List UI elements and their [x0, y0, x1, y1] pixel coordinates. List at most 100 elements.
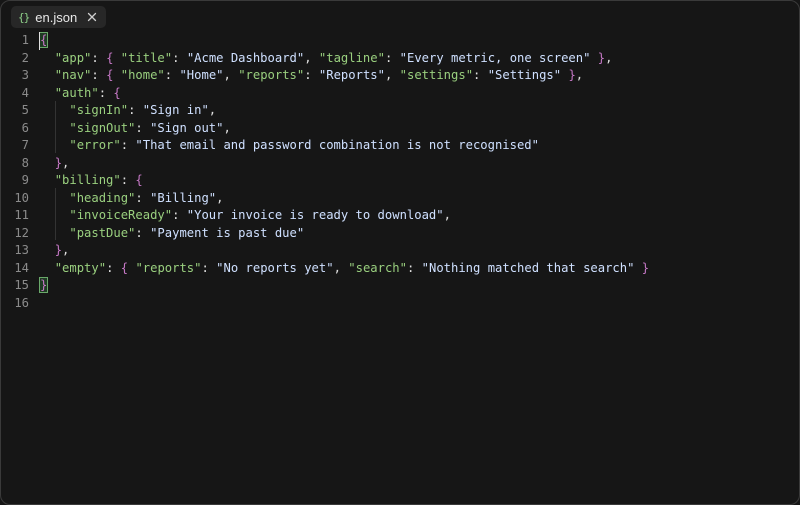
json-punct: [40, 191, 69, 205]
code-text: "signIn": "Sign in",: [40, 102, 216, 120]
json-punct: [634, 261, 641, 275]
json-punct: :: [172, 50, 187, 65]
json-key: "signIn": [69, 103, 129, 117]
code-text: "heading": "Billing",: [40, 190, 223, 208]
code-text: },: [40, 155, 70, 173]
json-key: "reports": [135, 260, 202, 275]
json-string: "Home": [179, 68, 224, 82]
code-text: "signOut": "Sign out",: [40, 120, 231, 138]
json-punct: :: [304, 68, 319, 82]
json-braces-icon: {}: [18, 10, 30, 24]
json-punct: ,: [208, 103, 217, 117]
line-number: 6: [21, 120, 29, 135]
code-line[interactable]: 2 "app": { "title": "Acme Dashboard", "t…: [1, 50, 791, 68]
json-punct: :: [406, 260, 422, 275]
line-number: 1: [21, 33, 29, 47]
code-line[interactable]: 3 "nav": { "home": "Home", "reports": "R…: [1, 67, 791, 85]
json-string: "Nothing matched that search": [421, 260, 635, 275]
json-key: "reports": [238, 68, 305, 82]
json-punct: :: [106, 260, 121, 275]
code-text: "invoiceReady": "Your invoice is ready t…: [40, 207, 451, 225]
text-cursor: [39, 32, 40, 50]
json-string: "Sign out": [150, 120, 224, 135]
json-bracket: {: [120, 260, 129, 275]
json-bracket: {: [113, 85, 121, 100]
json-punct: :: [473, 68, 488, 82]
line-number: 4: [21, 85, 29, 100]
json-punct: ,: [223, 120, 231, 135]
editor-window: {} en.json 1{2 "app": { "title": "Acme D…: [0, 0, 800, 505]
json-key: "app": [54, 50, 92, 65]
json-punct: :: [135, 190, 151, 205]
json-punct: [40, 156, 55, 170]
code-line[interactable]: 14 "empty": { "reports": "No reports yet…: [1, 260, 791, 278]
json-string: "No reports yet": [216, 260, 334, 275]
code-editor[interactable]: 1{2 "app": { "title": "Acme Dashboard", …: [1, 31, 799, 504]
code-text: },: [40, 242, 70, 260]
json-punct: [113, 51, 120, 65]
json-punct: [40, 243, 55, 257]
code-line[interactable]: 10 "heading": "Billing",: [1, 190, 791, 208]
json-key: "auth": [54, 85, 99, 100]
json-string: "Your invoice is ready to download": [186, 208, 444, 222]
json-punct: ,: [443, 208, 451, 222]
json-string: "Sign in": [142, 103, 209, 117]
code-line[interactable]: 4 "auth": {: [1, 85, 791, 103]
json-punct: ,: [605, 50, 613, 65]
json-string: "Reports": [318, 68, 385, 82]
json-punct: ,: [384, 68, 400, 82]
json-bracket: {: [135, 173, 143, 187]
json-key: "error": [69, 138, 121, 152]
json-punct: ,: [62, 243, 70, 257]
json-key: "search": [348, 260, 407, 275]
code-line[interactable]: 1{: [1, 32, 791, 50]
json-punct: :: [120, 138, 136, 152]
json-string: "That email and password combination is …: [135, 138, 539, 152]
line-number: 10: [14, 190, 29, 205]
code-line[interactable]: 8 },: [1, 155, 791, 173]
json-punct: :: [128, 103, 143, 117]
json-string: "Billing": [150, 190, 217, 205]
tab-bar: {} en.json: [1, 1, 799, 33]
json-punct: ,: [333, 260, 349, 275]
code-text: "pastDue": "Payment is past due": [40, 225, 304, 243]
code-line[interactable]: 13 },: [1, 242, 791, 260]
tab-en-json[interactable]: {} en.json: [11, 6, 107, 28]
line-number: 2: [21, 50, 29, 65]
json-key: "billing": [54, 173, 121, 187]
code-line[interactable]: 11 "invoiceReady": "Your invoice is read…: [1, 207, 791, 225]
json-key: "signOut": [69, 120, 136, 135]
line-number: 7: [21, 138, 29, 152]
code-line[interactable]: 16: [1, 295, 791, 313]
json-punct: [40, 138, 69, 152]
json-punct: [40, 68, 55, 82]
json-punct: [40, 103, 69, 117]
json-key: "settings": [399, 68, 474, 82]
code-text: }: [38, 277, 49, 295]
line-number: 3: [21, 68, 29, 82]
json-punct: [113, 68, 120, 82]
json-key: "nav": [54, 68, 92, 82]
json-punct: :: [135, 120, 151, 135]
code-text: "app": { "title": "Acme Dashboard", "tag…: [40, 50, 613, 68]
code-line[interactable]: 9 "billing": {: [1, 172, 791, 190]
code-line[interactable]: 7 "error": "That email and password comb…: [1, 137, 791, 155]
code-line[interactable]: 15}: [1, 277, 791, 295]
line-number: 5: [21, 103, 29, 117]
json-punct: [40, 173, 55, 187]
line-number: 9: [21, 173, 29, 187]
json-key: "title": [120, 50, 173, 65]
code-text: "billing": {: [40, 172, 143, 190]
json-string: "Every metric, one screen": [399, 50, 591, 65]
json-bracket: {: [38, 32, 49, 48]
json-punct: ,: [304, 50, 319, 65]
json-bracket: }: [597, 50, 606, 65]
json-string: "Acme Dashboard": [186, 50, 305, 65]
code-line[interactable]: 5 "signIn": "Sign in",: [1, 102, 791, 120]
code-line[interactable]: 12 "pastDue": "Payment is past due": [1, 225, 791, 243]
close-icon[interactable]: [86, 11, 98, 23]
line-number: 15: [14, 278, 29, 292]
code-line[interactable]: 6 "signOut": "Sign out",: [1, 120, 791, 138]
code-text: {: [38, 32, 49, 50]
line-number: 13: [14, 243, 29, 257]
